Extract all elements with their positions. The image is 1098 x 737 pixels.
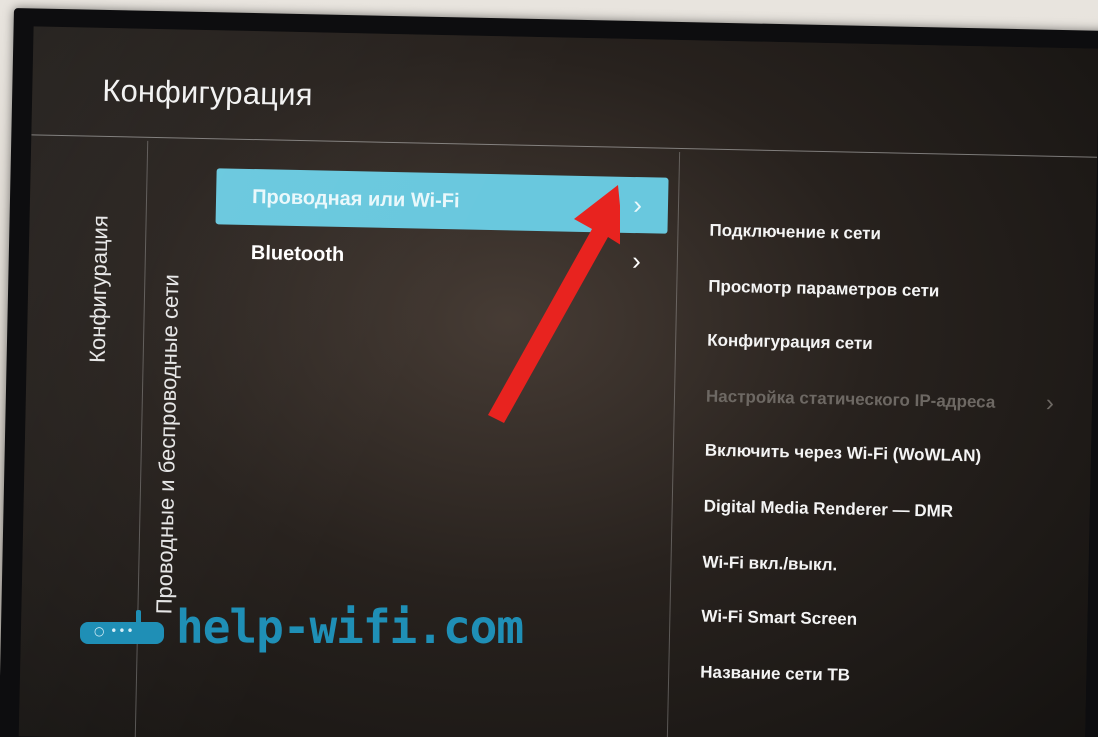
submenu-item-view-network-settings[interactable]: Просмотр параметров сети [708, 277, 939, 302]
submenu-item-wowlan[interactable]: Включить через Wi-Fi (WoWLAN) [705, 441, 982, 467]
submenu-item-label: Настройка статического IP-адреса [705, 386, 996, 412]
submenu-item-dmr[interactable]: Digital Media Renderer — DMR [704, 497, 954, 522]
watermark-text: help-wifi.com [176, 600, 524, 654]
submenu-item-tv-network-name[interactable]: Название сети ТВ [700, 663, 850, 686]
router-dots: ○ ••• [94, 624, 135, 638]
column-divider [666, 151, 681, 737]
photo-background: Конфигурация Конфигурация Проводные и бе… [0, 0, 1098, 737]
page-title: Конфигурация [101, 72, 314, 113]
submenu-item-static-ip: Настройка статического IP-адреса › [705, 386, 1054, 417]
menu-item-label: Bluetooth [250, 241, 345, 266]
watermark: ○ ••• help-wifi.com [80, 600, 524, 654]
chevron-right-icon: › [1045, 389, 1055, 417]
title-divider [31, 134, 1098, 158]
submenu-item-connect-network[interactable]: Подключение к сети [709, 221, 881, 245]
submenu-item-wifi-smart-screen[interactable]: Wi-Fi Smart Screen [701, 607, 857, 630]
breadcrumb-level1[interactable]: Конфигурация [85, 215, 114, 363]
chevron-right-icon: › [633, 189, 643, 220]
chevron-right-icon: › [631, 245, 642, 276]
red-arrow-icon [488, 185, 620, 423]
router-icon: ○ ••• [80, 610, 164, 644]
breadcrumb-level2[interactable]: Проводные и беспроводные сети [151, 274, 184, 615]
submenu-item-wifi-toggle[interactable]: Wi-Fi вкл./выкл. [702, 553, 837, 576]
menu-item-label: Проводная или Wi-Fi [251, 185, 460, 212]
submenu-item-network-configuration[interactable]: Конфигурация сети [707, 331, 873, 354]
